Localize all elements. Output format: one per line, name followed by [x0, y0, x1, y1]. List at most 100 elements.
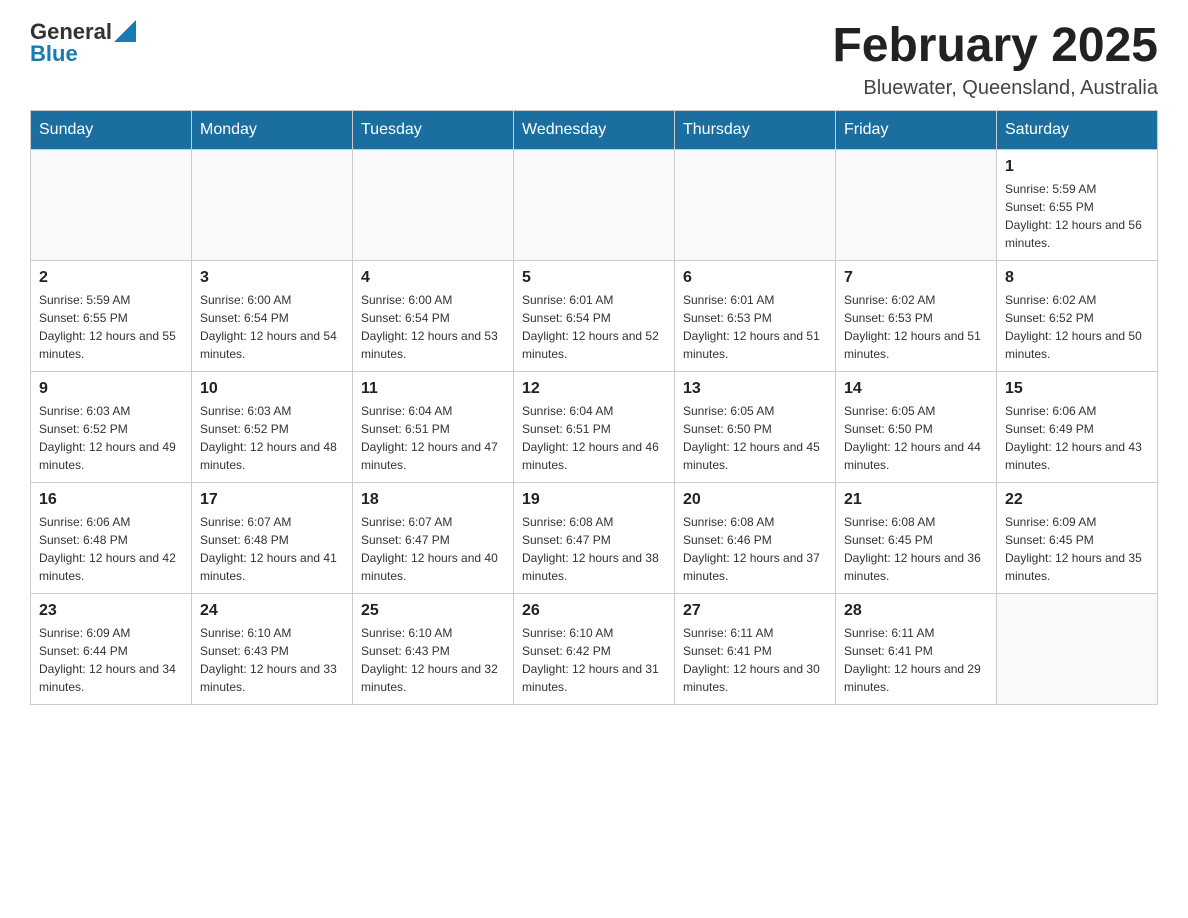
- day-info: Sunrise: 5:59 AM Sunset: 6:55 PM Dayligh…: [1005, 180, 1149, 252]
- day-number: 25: [361, 602, 505, 620]
- calendar-cell: 17 Sunrise: 6:07 AM Sunset: 6:48 PM Dayli…: [192, 482, 353, 593]
- day-number: 19: [522, 491, 666, 509]
- calendar-cell: [997, 593, 1158, 704]
- calendar-cell: [353, 149, 514, 260]
- calendar-cell: 16 Sunrise: 6:06 AM Sunset: 6:48 PM Dayli…: [31, 482, 192, 593]
- calendar-cell: 28 Sunrise: 6:11 AM Sunset: 6:41 PM Dayli…: [836, 593, 997, 704]
- day-number: 15: [1005, 380, 1149, 398]
- day-info: Sunrise: 6:11 AM Sunset: 6:41 PM Dayligh…: [844, 624, 988, 696]
- day-number: 28: [844, 602, 988, 620]
- calendar-cell: 24 Sunrise: 6:10 AM Sunset: 6:43 PM Dayli…: [192, 593, 353, 704]
- location: Bluewater, Queensland, Australia: [832, 77, 1158, 100]
- day-number: 5: [522, 269, 666, 287]
- day-number: 10: [200, 380, 344, 398]
- calendar-week-row: 16 Sunrise: 6:06 AM Sunset: 6:48 PM Dayli…: [31, 482, 1158, 593]
- calendar-cell: 21 Sunrise: 6:08 AM Sunset: 6:45 PM Dayli…: [836, 482, 997, 593]
- calendar-cell: [514, 149, 675, 260]
- calendar-week-row: 9Sunrise: 6:03 AM Sunset: 6:52 PM Daylig…: [31, 371, 1158, 482]
- calendar-cell: 9Sunrise: 6:03 AM Sunset: 6:52 PM Daylig…: [31, 371, 192, 482]
- day-info: Sunrise: 6:01 AM Sunset: 6:53 PM Dayligh…: [683, 291, 827, 363]
- calendar-table: SundayMondayTuesdayWednesdayThursdayFrid…: [30, 110, 1158, 705]
- day-number: 1: [1005, 158, 1149, 176]
- calendar-cell: 25 Sunrise: 6:10 AM Sunset: 6:43 PM Dayli…: [353, 593, 514, 704]
- calendar-cell: 13 Sunrise: 6:05 AM Sunset: 6:50 PM Dayli…: [675, 371, 836, 482]
- calendar-day-header: Thursday: [675, 110, 836, 149]
- day-info: Sunrise: 6:00 AM Sunset: 6:54 PM Dayligh…: [200, 291, 344, 363]
- day-number: 18: [361, 491, 505, 509]
- title-area: February 2025 Bluewater, Queensland, Aus…: [832, 20, 1158, 100]
- logo-triangle-icon: [114, 20, 136, 42]
- calendar-day-header: Saturday: [997, 110, 1158, 149]
- day-number: 3: [200, 269, 344, 287]
- calendar-cell: 8Sunrise: 6:02 AM Sunset: 6:52 PM Daylig…: [997, 260, 1158, 371]
- day-number: 7: [844, 269, 988, 287]
- calendar-cell: 12 Sunrise: 6:04 AM Sunset: 6:51 PM Dayli…: [514, 371, 675, 482]
- calendar-day-header: Wednesday: [514, 110, 675, 149]
- day-info: Sunrise: 6:10 AM Sunset: 6:43 PM Dayligh…: [200, 624, 344, 696]
- calendar-cell: 26 Sunrise: 6:10 AM Sunset: 6:42 PM Dayli…: [514, 593, 675, 704]
- calendar-cell: 10 Sunrise: 6:03 AM Sunset: 6:52 PM Dayli…: [192, 371, 353, 482]
- day-number: 11: [361, 380, 505, 398]
- logo-blue: Blue: [30, 42, 136, 66]
- calendar-cell: 15 Sunrise: 6:06 AM Sunset: 6:49 PM Dayli…: [997, 371, 1158, 482]
- day-info: Sunrise: 5:59 AM Sunset: 6:55 PM Dayligh…: [39, 291, 183, 363]
- day-number: 16: [39, 491, 183, 509]
- day-number: 4: [361, 269, 505, 287]
- day-number: 22: [1005, 491, 1149, 509]
- calendar-cell: 5 Sunrise: 6:01 AM Sunset: 6:54 PM Daylig…: [514, 260, 675, 371]
- day-info: Sunrise: 6:08 AM Sunset: 6:45 PM Dayligh…: [844, 513, 988, 585]
- day-info: Sunrise: 6:10 AM Sunset: 6:43 PM Dayligh…: [361, 624, 505, 696]
- calendar-week-row: 2 Sunrise: 5:59 AM Sunset: 6:55 PM Daylig…: [31, 260, 1158, 371]
- calendar-cell: 3 Sunrise: 6:00 AM Sunset: 6:54 PM Daylig…: [192, 260, 353, 371]
- day-number: 21: [844, 491, 988, 509]
- day-info: Sunrise: 6:00 AM Sunset: 6:54 PM Dayligh…: [361, 291, 505, 363]
- calendar-cell: 22 Sunrise: 6:09 AM Sunset: 6:45 PM Dayli…: [997, 482, 1158, 593]
- day-info: Sunrise: 6:02 AM Sunset: 6:53 PM Dayligh…: [844, 291, 988, 363]
- day-info: Sunrise: 6:05 AM Sunset: 6:50 PM Dayligh…: [844, 402, 988, 474]
- day-info: Sunrise: 6:05 AM Sunset: 6:50 PM Dayligh…: [683, 402, 827, 474]
- calendar-cell: 19 Sunrise: 6:08 AM Sunset: 6:47 PM Dayli…: [514, 482, 675, 593]
- day-info: Sunrise: 6:08 AM Sunset: 6:47 PM Dayligh…: [522, 513, 666, 585]
- day-info: Sunrise: 6:06 AM Sunset: 6:49 PM Dayligh…: [1005, 402, 1149, 474]
- calendar-cell: 1 Sunrise: 5:59 AM Sunset: 6:55 PM Daylig…: [997, 149, 1158, 260]
- day-number: 20: [683, 491, 827, 509]
- day-info: Sunrise: 6:08 AM Sunset: 6:46 PM Dayligh…: [683, 513, 827, 585]
- day-number: 23: [39, 602, 183, 620]
- day-info: Sunrise: 6:03 AM Sunset: 6:52 PM Dayligh…: [200, 402, 344, 474]
- day-info: Sunrise: 6:07 AM Sunset: 6:47 PM Dayligh…: [361, 513, 505, 585]
- day-info: Sunrise: 6:04 AM Sunset: 6:51 PM Dayligh…: [522, 402, 666, 474]
- day-number: 24: [200, 602, 344, 620]
- calendar-day-header: Sunday: [31, 110, 192, 149]
- day-number: 8: [1005, 269, 1149, 287]
- day-number: 6: [683, 269, 827, 287]
- calendar-cell: [31, 149, 192, 260]
- day-number: 12: [522, 380, 666, 398]
- calendar-cell: [836, 149, 997, 260]
- calendar-header-row: SundayMondayTuesdayWednesdayThursdayFrid…: [31, 110, 1158, 149]
- logo: General Blue: [30, 20, 136, 66]
- day-info: Sunrise: 6:09 AM Sunset: 6:45 PM Dayligh…: [1005, 513, 1149, 585]
- calendar-cell: 14 Sunrise: 6:05 AM Sunset: 6:50 PM Dayli…: [836, 371, 997, 482]
- day-number: 2: [39, 269, 183, 287]
- calendar-cell: [675, 149, 836, 260]
- day-info: Sunrise: 6:10 AM Sunset: 6:42 PM Dayligh…: [522, 624, 666, 696]
- day-number: 13: [683, 380, 827, 398]
- page-header: General Blue February 2025 Bluewater, Qu…: [30, 20, 1158, 100]
- day-info: Sunrise: 6:07 AM Sunset: 6:48 PM Dayligh…: [200, 513, 344, 585]
- calendar-day-header: Friday: [836, 110, 997, 149]
- day-info: Sunrise: 6:09 AM Sunset: 6:44 PM Dayligh…: [39, 624, 183, 696]
- day-number: 14: [844, 380, 988, 398]
- day-info: Sunrise: 6:11 AM Sunset: 6:41 PM Dayligh…: [683, 624, 827, 696]
- day-info: Sunrise: 6:01 AM Sunset: 6:54 PM Dayligh…: [522, 291, 666, 363]
- day-number: 17: [200, 491, 344, 509]
- calendar-week-row: 23 Sunrise: 6:09 AM Sunset: 6:44 PM Dayli…: [31, 593, 1158, 704]
- day-number: 26: [522, 602, 666, 620]
- day-number: 27: [683, 602, 827, 620]
- calendar-cell: 6 Sunrise: 6:01 AM Sunset: 6:53 PM Daylig…: [675, 260, 836, 371]
- calendar-cell: 2 Sunrise: 5:59 AM Sunset: 6:55 PM Daylig…: [31, 260, 192, 371]
- calendar-week-row: 1 Sunrise: 5:59 AM Sunset: 6:55 PM Daylig…: [31, 149, 1158, 260]
- day-info: Sunrise: 6:03 AM Sunset: 6:52 PM Dayligh…: [39, 402, 183, 474]
- calendar-cell: 11 Sunrise: 6:04 AM Sunset: 6:51 PM Dayli…: [353, 371, 514, 482]
- day-info: Sunrise: 6:06 AM Sunset: 6:48 PM Dayligh…: [39, 513, 183, 585]
- day-info: Sunrise: 6:04 AM Sunset: 6:51 PM Dayligh…: [361, 402, 505, 474]
